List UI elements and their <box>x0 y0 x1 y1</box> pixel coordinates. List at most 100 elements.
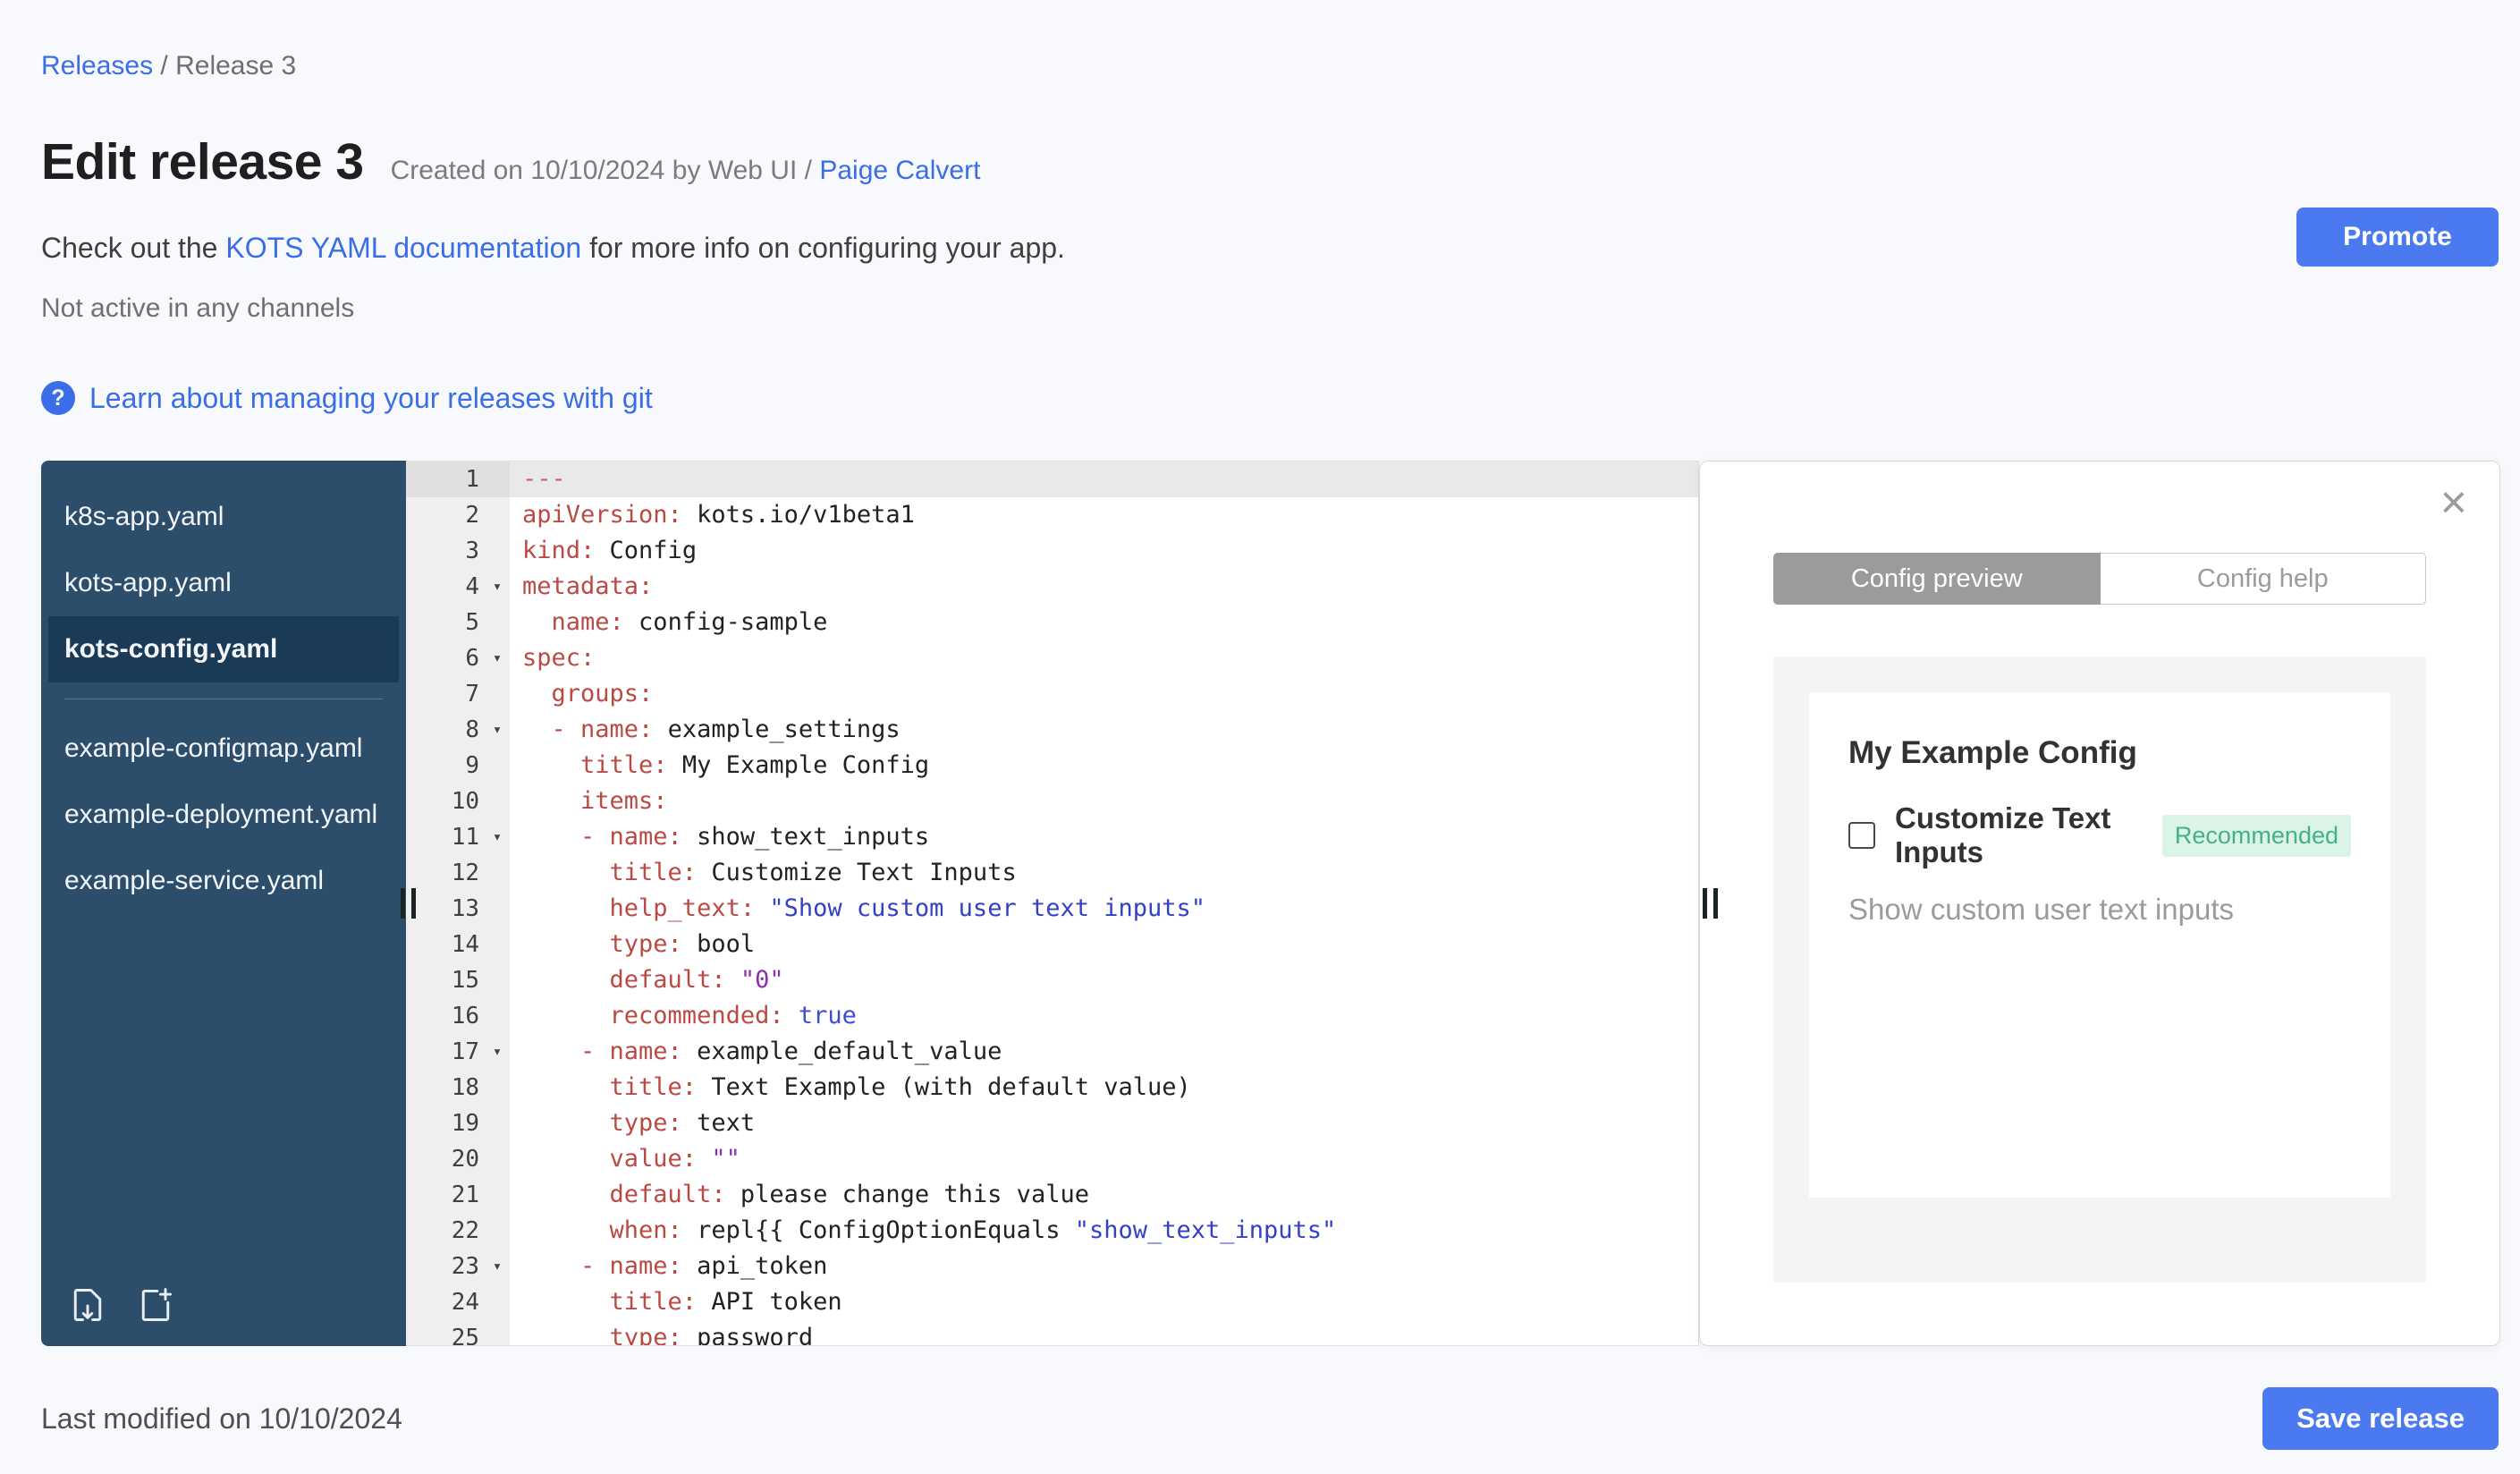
file-tree-item-kots-config-yaml[interactable]: kots-config.yaml <box>48 616 399 682</box>
code-line[interactable]: title: Text Example (with default value) <box>510 1070 1698 1106</box>
line-number[interactable]: 21 <box>406 1177 510 1213</box>
fold-arrow-icon[interactable]: ▾ <box>485 640 510 676</box>
line-number[interactable]: 18 <box>406 1070 510 1106</box>
author-link[interactable]: Paige Calvert <box>819 156 980 185</box>
preview-tabs: Config preview Config help <box>1773 553 2426 605</box>
code-line[interactable]: name: config-sample <box>510 605 1698 640</box>
promote-button[interactable]: Promote <box>2296 208 2499 267</box>
breadcrumb-separator: / <box>160 51 168 80</box>
recommended-badge: Recommended <box>2161 814 2351 857</box>
code-line[interactable]: type: bool <box>510 927 1698 962</box>
code-line[interactable]: recommended: true <box>510 998 1698 1034</box>
line-number[interactable]: 11 ▾ <box>406 819 510 855</box>
file-tree-item-example-deployment-yaml[interactable]: example-deployment.yaml <box>41 782 406 848</box>
line-number[interactable]: 1 <box>406 462 510 497</box>
breadcrumb-current: Release 3 <box>175 51 297 80</box>
code-line[interactable]: apiVersion: kots.io/v1beta1 <box>510 497 1698 533</box>
line-number[interactable]: 15 <box>406 962 510 998</box>
code-line[interactable]: kind: Config <box>510 533 1698 569</box>
code-line[interactable]: type: password <box>510 1320 1698 1345</box>
line-number[interactable]: 22 <box>406 1213 510 1249</box>
code-line[interactable]: - name: example_settings <box>510 712 1698 748</box>
code-line[interactable]: type: text <box>510 1106 1698 1141</box>
upload-file-icon[interactable] <box>68 1285 107 1325</box>
code-line[interactable]: items: <box>510 784 1698 819</box>
save-release-button[interactable]: Save release <box>2262 1387 2499 1450</box>
code-line[interactable]: title: Customize Text Inputs <box>510 855 1698 891</box>
pane-resize-handle-left[interactable] <box>401 888 416 919</box>
file-tree-actions <box>68 1285 175 1325</box>
line-number[interactable]: 7 <box>406 676 510 712</box>
line-number[interactable]: 19 <box>406 1106 510 1141</box>
code-line[interactable]: title: My Example Config <box>510 748 1698 784</box>
file-tree-item-k8s-app-yaml[interactable]: k8s-app.yaml <box>41 484 406 550</box>
breadcrumb-releases-link[interactable]: Releases <box>41 51 153 80</box>
config-preview-panel: × Config preview Config help My Example C… <box>1699 461 2500 1346</box>
code-line[interactable]: value: "" <box>510 1141 1698 1177</box>
line-number[interactable]: 2 <box>406 497 510 533</box>
code-line[interactable]: when: repl{{ ConfigOptionEquals "show_te… <box>510 1213 1698 1249</box>
tab-config-help[interactable]: Config help <box>2100 553 2426 605</box>
pane-resize-handle-right[interactable] <box>1703 888 1718 919</box>
line-number[interactable]: 4 ▾ <box>406 569 510 605</box>
line-number[interactable]: 12 <box>406 855 510 891</box>
code-line[interactable]: - name: example_default_value <box>510 1034 1698 1070</box>
preview-card: My Example Config Customize Text Inputs … <box>1773 657 2426 1283</box>
file-tree-bottom: example-configmap.yaml example-deployment… <box>41 716 406 914</box>
line-number[interactable]: 24 <box>406 1284 510 1320</box>
file-tree-item-kots-app-yaml[interactable]: kots-app.yaml <box>41 550 406 616</box>
code-line[interactable]: - name: api_token <box>510 1249 1698 1284</box>
code-line[interactable]: metadata: <box>510 569 1698 605</box>
code-line[interactable]: default: "0" <box>510 962 1698 998</box>
new-file-icon[interactable] <box>136 1285 175 1325</box>
file-tree-item-example-configmap-yaml[interactable]: example-configmap.yaml <box>41 716 406 782</box>
line-number[interactable]: 9 <box>406 748 510 784</box>
fold-arrow-icon[interactable]: ▾ <box>485 569 510 605</box>
line-number[interactable]: 16 <box>406 998 510 1034</box>
tab-config-preview[interactable]: Config preview <box>1773 553 2101 605</box>
line-number[interactable]: 23 ▾ <box>406 1249 510 1284</box>
code-line[interactable]: --- <box>510 462 1698 497</box>
file-tree-item-example-service-yaml[interactable]: example-service.yaml <box>41 848 406 914</box>
line-number[interactable]: 3 <box>406 533 510 569</box>
fold-arrow-icon[interactable]: ▾ <box>485 1034 510 1070</box>
docs-info: Check out the KOTS YAML documentation fo… <box>41 231 2500 265</box>
line-number[interactable]: 8 ▾ <box>406 712 510 748</box>
line-number[interactable]: 10 <box>406 784 510 819</box>
line-number[interactable]: 20 <box>406 1141 510 1177</box>
code-line[interactable]: default: please change this value <box>510 1177 1698 1213</box>
line-number[interactable]: 6 ▾ <box>406 640 510 676</box>
line-number[interactable]: 17 ▾ <box>406 1034 510 1070</box>
code-line[interactable]: groups: <box>510 676 1698 712</box>
kots-yaml-docs-link[interactable]: KOTS YAML documentation <box>225 232 581 264</box>
git-releases-link[interactable]: Learn about managing your releases with … <box>89 382 653 415</box>
line-number[interactable]: 13 <box>406 891 510 927</box>
fold-arrow-icon[interactable]: ▾ <box>485 1249 510 1284</box>
code-line[interactable]: help_text: "Show custom user text inputs… <box>510 891 1698 927</box>
line-number[interactable]: 25 <box>406 1320 510 1345</box>
close-icon[interactable]: × <box>2440 479 2467 526</box>
footer: Last modified on 10/10/2024 Save release <box>41 1387 2500 1450</box>
line-number[interactable]: 5 <box>406 605 510 640</box>
release-editor: k8s-app.yaml kots-app.yaml kots-config.yam… <box>41 461 2500 1346</box>
fold-arrow-icon[interactable]: ▾ <box>485 819 510 855</box>
title-row: Edit release 3 Created on 10/10/2024 by … <box>41 132 2500 191</box>
breadcrumb: Releases / Release 3 <box>41 50 2500 82</box>
code-line[interactable]: title: API token <box>510 1284 1698 1320</box>
line-number[interactable]: 14 <box>406 927 510 962</box>
code-editor[interactable]: 1 2 3 4 ▾ 5 6 ▾ 7 8 ▾ 9 10 11 ▾ 12 13 14 15 16 17 ▾ 18 19 20 21 22… <box>406 461 1699 1346</box>
fold-arrow-icon[interactable]: ▾ <box>485 712 510 748</box>
config-preview-content: My Example Config Customize Text Inputs … <box>1809 692 2390 1198</box>
code-line[interactable]: spec: <box>510 640 1698 676</box>
code-line[interactable]: - name: show_text_inputs <box>510 819 1698 855</box>
customize-text-inputs-checkbox[interactable] <box>1848 822 1875 849</box>
